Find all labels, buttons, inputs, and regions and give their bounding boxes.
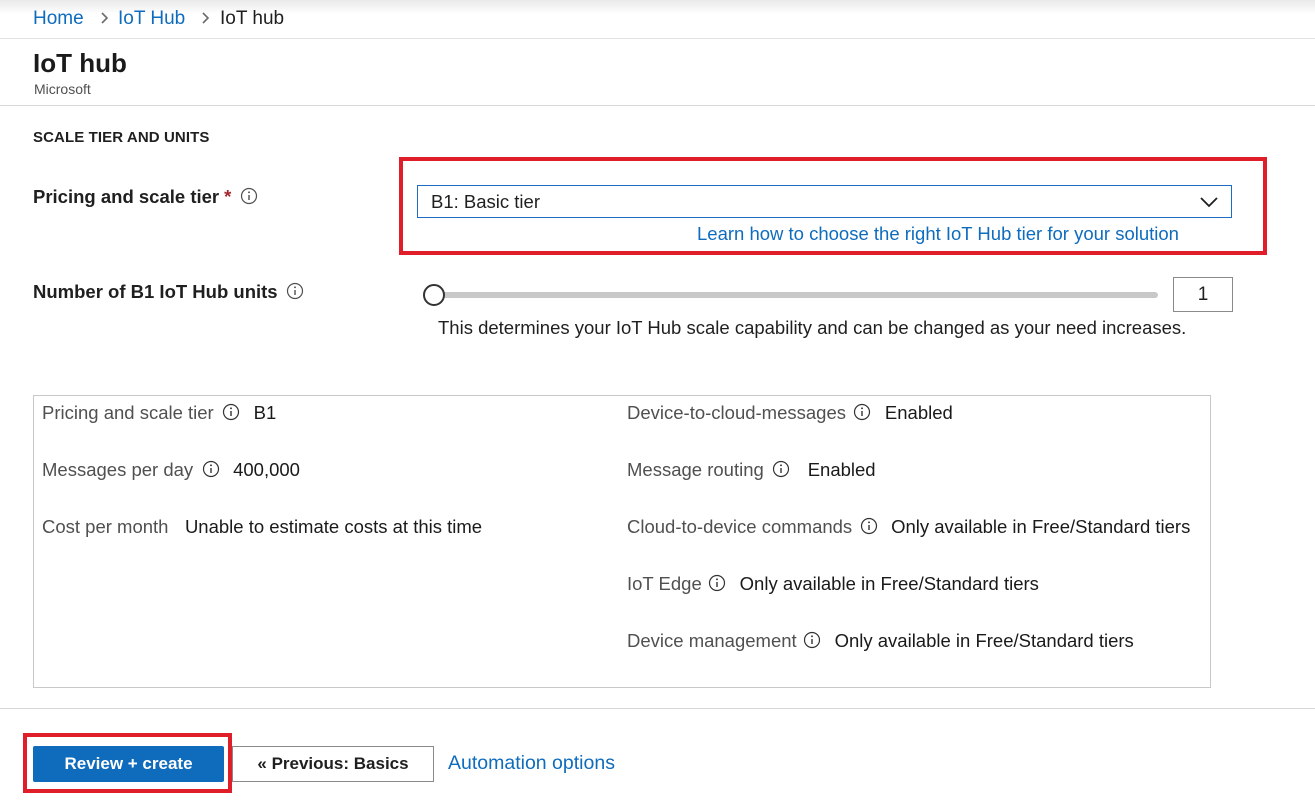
summary-value: B1: [253, 402, 277, 423]
chevron-down-icon: [1200, 197, 1218, 208]
previous-basics-button[interactable]: « Previous: Basics: [232, 746, 434, 782]
summary-row-messages: Messages per day 400,000: [42, 458, 300, 482]
summary-value: Only available in Free/Standard tiers: [739, 573, 1039, 594]
chevron-right-icon: [101, 12, 109, 24]
units-slider-thumb[interactable]: [423, 284, 445, 306]
info-icon[interactable]: [202, 460, 220, 478]
pricing-tier-dropdown[interactable]: B1: Basic tier: [417, 185, 1232, 218]
info-icon[interactable]: [860, 517, 878, 535]
summary-key: Cloud-to-device commands: [627, 516, 853, 537]
learn-tier-link[interactable]: Learn how to choose the right IoT Hub ti…: [697, 222, 1179, 246]
units-label: Number of B1 IoT Hub units: [33, 280, 304, 304]
summary-value: Only available in Free/Standard tiers: [891, 516, 1191, 537]
summary-value: Unable to estimate costs at this time: [184, 516, 483, 537]
pricing-tier-selected: B1: Basic tier: [431, 191, 540, 212]
required-marker: *: [224, 186, 232, 207]
summary-row-cost: Cost per month Unable to estimate costs …: [42, 515, 482, 539]
info-icon[interactable]: [708, 574, 726, 592]
breadcrumb-home[interactable]: Home: [33, 7, 84, 31]
review-create-button[interactable]: Review + create: [33, 746, 224, 782]
summary-value: Only available in Free/Standard tiers: [834, 630, 1134, 651]
summary-key: Device-to-cloud-messages: [627, 402, 847, 423]
breadcrumb-current: IoT hub: [220, 8, 285, 29]
summary-row-device-mgmt: Device management Only available in Free…: [627, 629, 1134, 653]
summary-row-d2c: Device-to-cloud-messages Enabled: [627, 401, 953, 425]
info-icon[interactable]: [803, 631, 821, 649]
chevron-right-icon: [202, 12, 210, 24]
summary-value: Enabled: [807, 459, 876, 480]
summary-key: Pricing and scale tier: [42, 402, 214, 423]
automation-options-link[interactable]: Automation options: [448, 751, 615, 775]
units-input[interactable]: 1: [1173, 277, 1233, 312]
summary-key: Device management: [627, 630, 797, 651]
info-icon[interactable]: [853, 403, 871, 421]
info-icon[interactable]: [772, 460, 790, 478]
summary-row-pricing: Pricing and scale tier B1: [42, 401, 276, 425]
info-icon[interactable]: [286, 282, 304, 300]
header-divider: [0, 105, 1315, 106]
units-help-text: This determines your IoT Hub scale capab…: [438, 317, 1187, 338]
pricing-tier-label-text: Pricing and scale tier: [33, 186, 220, 207]
page-subtitle: Microsoft: [34, 81, 91, 97]
info-icon[interactable]: [222, 403, 240, 421]
footer-divider: [0, 708, 1315, 709]
summary-row-c2d: Cloud-to-device commands Only available …: [627, 515, 1190, 539]
summary-value: Enabled: [884, 402, 953, 423]
summary-row-routing: Message routing Enabled: [627, 458, 876, 482]
units-label-text: Number of B1 IoT Hub units: [33, 281, 278, 302]
page-title: IoT hub: [33, 48, 127, 78]
summary-key: Cost per month: [42, 516, 169, 537]
breadcrumb-iot-hub[interactable]: IoT Hub: [118, 7, 185, 31]
summary-key: Messages per day: [42, 459, 194, 480]
summary-row-iot-edge: IoT Edge Only available in Free/Standard…: [627, 572, 1039, 596]
info-icon[interactable]: [240, 187, 258, 205]
summary-value: 400,000: [233, 459, 300, 480]
summary-key: Message routing: [627, 459, 764, 480]
units-slider-track[interactable]: [434, 292, 1158, 298]
pricing-tier-label: Pricing and scale tier *: [33, 185, 258, 209]
section-title: SCALE TIER AND UNITS: [33, 129, 210, 146]
summary-key: IoT Edge: [627, 573, 702, 594]
